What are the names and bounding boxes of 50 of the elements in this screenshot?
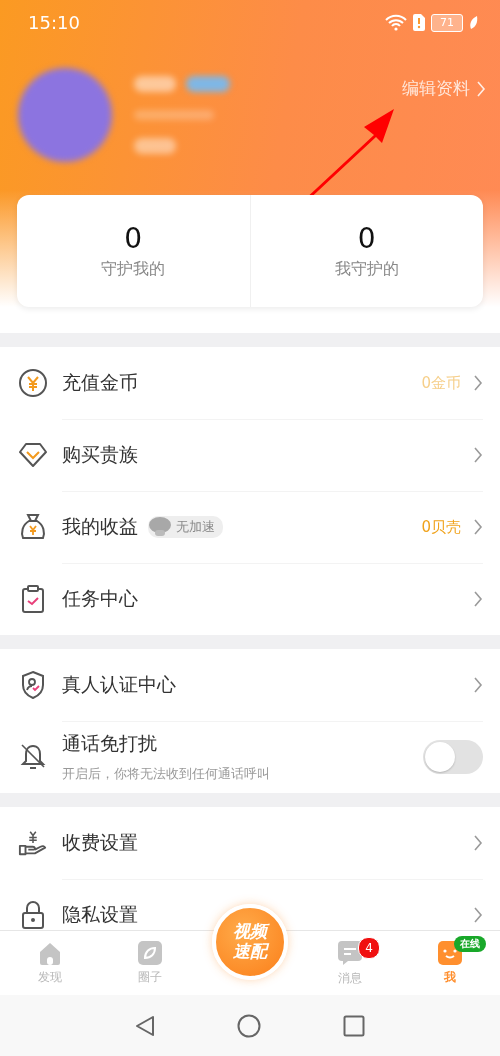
speed-badge: 无加速 <box>148 516 223 538</box>
money-bag-icon <box>20 513 46 541</box>
chevron-icon <box>476 79 486 98</box>
menu-item[interactable]: 充值金币 0金币 <box>0 347 500 419</box>
menu-item[interactable]: 购买贵族 <box>0 419 500 491</box>
blurred-tag <box>134 138 176 154</box>
leaf-icon <box>469 15 478 30</box>
chevron-icon <box>473 374 483 392</box>
menu-item[interactable]: 任务中心 <box>0 563 500 635</box>
chevron-icon <box>473 676 483 694</box>
home-icon <box>38 940 62 965</box>
stat-label: 我守护的 <box>334 259 399 280</box>
bell-off-icon <box>20 743 46 771</box>
back-icon[interactable] <box>135 1014 155 1037</box>
menu-item[interactable]: 收费设置 <box>0 807 500 879</box>
menu-value: 0金币 <box>421 373 461 393</box>
toggle-switch[interactable] <box>423 740 483 774</box>
clipboard-icon <box>21 584 45 614</box>
online-badge: 在线 <box>454 936 486 952</box>
hand-yen-icon <box>18 829 48 857</box>
stat-value: 0 <box>357 222 376 255</box>
setting-label: 通话免打扰 <box>62 731 158 756</box>
menu-item[interactable]: 真人认证中心 <box>0 649 500 721</box>
diamond-icon <box>18 442 48 468</box>
unread-badge: 4 <box>358 937 380 959</box>
lock-icon <box>20 900 46 930</box>
chevron-icon <box>473 834 483 852</box>
chevron-icon <box>473 446 483 464</box>
wifi-icon <box>385 14 407 31</box>
status-time: 15:10 <box>28 12 80 33</box>
menu-value: 0贝壳 <box>421 517 461 537</box>
menu-item[interactable]: 我的收益 无加速 0贝壳 <box>0 491 500 563</box>
chevron-icon <box>473 906 483 924</box>
recents-icon[interactable] <box>343 1014 365 1037</box>
stat-value: 0 <box>124 222 143 255</box>
nav-tab[interactable]: 消息 4 <box>300 931 400 996</box>
chevron-icon <box>473 590 483 608</box>
shield-user-icon <box>20 670 46 700</box>
sim-alert-icon <box>413 14 425 31</box>
chevron-icon <box>473 518 483 536</box>
smiley-icon <box>438 940 462 965</box>
compass-icon <box>138 940 162 965</box>
battery-level: 71 <box>431 13 463 32</box>
setting-description: 开启后，你将无法收到任何通话呼叫 <box>62 765 271 783</box>
stat-label: 守护我的 <box>101 259 166 280</box>
message-icon <box>338 939 362 966</box>
yen-coin-icon <box>18 368 48 398</box>
blurred-name <box>134 76 176 92</box>
blurred-tag <box>186 76 230 92</box>
home-circle-icon[interactable] <box>237 1013 261 1038</box>
